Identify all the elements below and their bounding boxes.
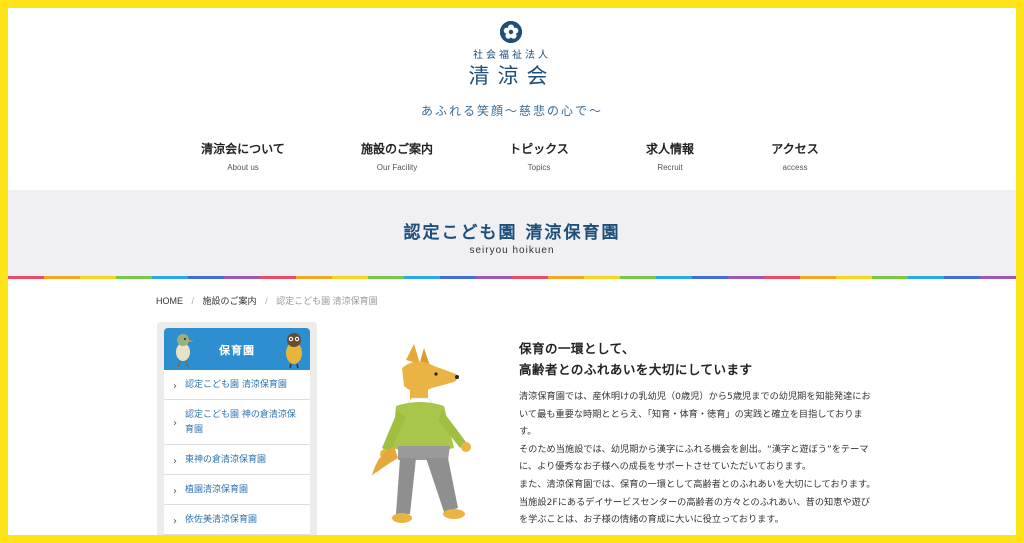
nav-item-facility[interactable]: 施設のご案内 Our Facility [332,140,462,172]
chevron-right-icon: › [173,380,177,392]
page-subtitle: seiryou hoikuen [469,245,555,256]
org-name[interactable]: 清涼会 [8,60,1016,90]
nav-item-access[interactable]: アクセス access [730,140,860,172]
chevron-right-icon: › [173,485,177,497]
sidebar-item-yosami[interactable]: › 依佐美清涼保育園 [164,505,310,535]
nav-sublabel: Topics [527,163,551,172]
nav-label: トピックス [509,142,569,156]
nav-sublabel: Our Facility [376,163,418,172]
content-paragraph: また、清涼保育園では、保育の一環として高齢者とのふれあいを大切にしております。当… [519,478,876,526]
nav-item-recruit[interactable]: 求人情報 Recruit [605,140,735,172]
dog-character-icon [371,344,471,523]
org-type: 社会福祉法人 [473,50,551,61]
page-title: 認定こども園 清涼保育園 [403,223,621,243]
nav-sublabel: Recruit [657,163,683,172]
breadcrumb-current: 認定こども園 清涼保育園 [276,296,378,306]
page-banner: 認定こども園 清涼保育園 seiryou hoikuen [8,190,1016,276]
breadcrumb-home[interactable]: HOME [156,296,183,306]
nav-sublabel: access [782,163,808,172]
sidebar-item-label: 依佐美清涼保育園 [185,515,258,525]
rainbow-divider [8,276,1016,279]
content-body: 清涼保育園では、産休明けの乳幼児（0歳児）から5歳児までの幼児期を知能発達におい… [519,388,879,529]
nav-item-about[interactable]: 清涼会について About us [178,140,308,172]
content-heading-line1: 保育の一環として、 [519,341,636,356]
sidebar-item-kaminokura[interactable]: › 認定こども園 神の倉清涼保育園 [164,400,310,445]
owl-character-icon [286,333,302,368]
sidebar-item-higashi-kaminokura[interactable]: › 東神の倉清涼保育園 [164,445,310,475]
chevron-right-icon: › [173,515,177,527]
content-paragraph: 清涼保育園では、産休明けの乳幼児（0歳児）から5歳児までの幼児期を知能発達におい… [519,391,871,438]
sidebar-item-label: 認定こども園 神の倉清涼保育園 [185,410,296,435]
sidebar-item-label: 認定こども園 清涼保育園 [185,380,287,390]
sidebar: 保育園 › 認定こども園 清涼保育園 › 認定こども園 神の倉清涼保育園 › 東… [157,322,317,535]
page: 社会福祉法人 清涼会 あふれる笑顔〜慈悲の心で〜 清涼会について About u… [8,8,1016,535]
sidebar-item-label: 東神の倉清涼保育園 [185,455,267,465]
content-paragraph: そのため当施設では、幼児期から漢字にふれる機会を創出。“漢字と遊ぼう”をテーマに… [519,443,869,473]
breadcrumb-separator: / [265,296,268,306]
chevron-right-icon: › [173,418,177,429]
chevron-right-icon: › [173,455,177,467]
nav-label: 求人情報 [645,142,694,156]
sidebar-item-seiryou[interactable]: › 認定こども園 清涼保育園 [164,370,310,400]
flower-logo-icon[interactable] [500,21,522,43]
sidebar-header: 保育園 [164,328,310,370]
nav-label: アクセス [771,142,819,156]
nav-label: 施設のご案内 [360,142,433,156]
nav-sublabel: About us [227,163,259,172]
sidebar-list: › 認定こども園 清涼保育園 › 認定こども園 神の倉清涼保育園 › 東神の倉清… [164,370,310,535]
tagline: あふれる笑顔〜慈悲の心で〜 [420,104,603,118]
nav-item-topics[interactable]: トピックス Topics [474,140,604,172]
main-nav: 清涼会について About us 施設のご案内 Our Facility トピッ… [8,140,1016,180]
breadcrumb: HOME / 施設のご案内 / 認定こども園 清涼保育園 [156,294,384,307]
sidebar-item-label: 植園清涼保育園 [185,485,249,495]
sidebar-item-ueen[interactable]: › 植園清涼保育園 [164,475,310,505]
site-header: 社会福祉法人 清涼会 あふれる笑顔〜慈悲の心で〜 清涼会について About u… [8,8,1016,190]
content-heading: 保育の一環として、 高齢者とのふれあいを大切にしています [519,338,899,380]
content-heading-line2: 高齢者とのふれあいを大切にしています [519,362,753,377]
nav-label: 清涼会について [201,142,285,156]
breadcrumb-separator: / [191,296,195,306]
breadcrumb-facility[interactable]: 施設のご案内 [203,296,257,306]
